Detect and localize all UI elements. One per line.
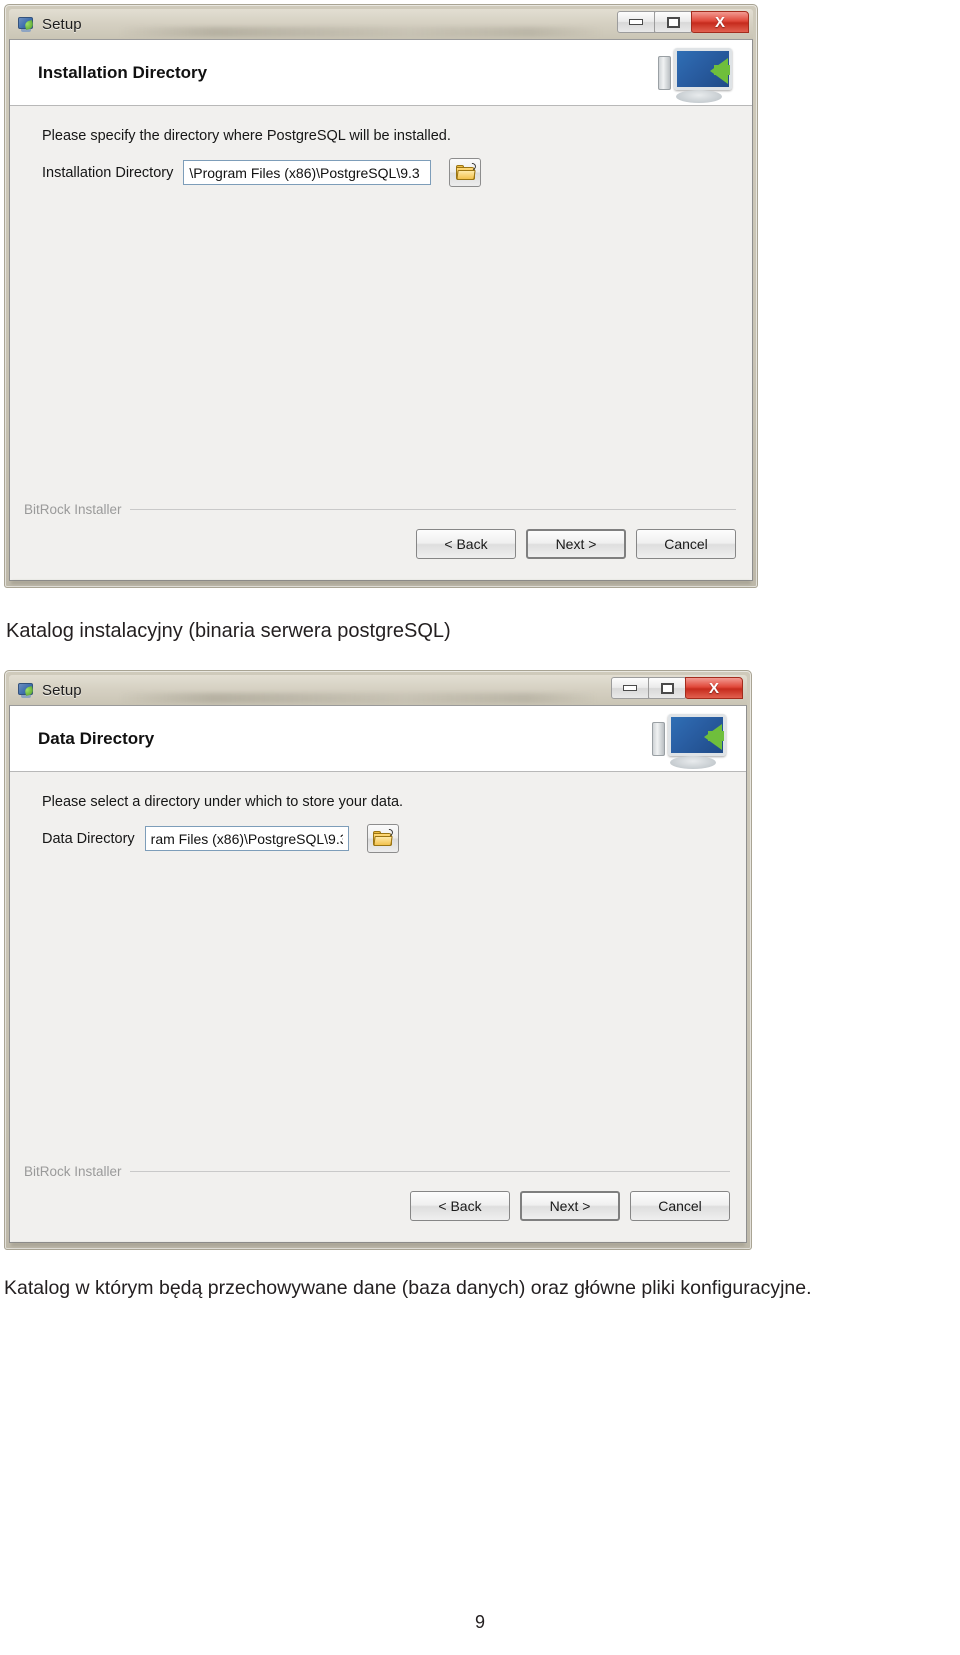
maximize-button[interactable] xyxy=(648,677,686,699)
minimize-icon xyxy=(629,19,643,25)
postgresql-setup-icon xyxy=(17,681,35,699)
data-directory-label: Data Directory xyxy=(42,830,135,847)
back-button[interactable]: < Back xyxy=(416,529,516,559)
close-button[interactable]: X xyxy=(685,677,743,699)
minimize-icon xyxy=(623,685,637,691)
window-client-area: Installation Directory Please specify th… xyxy=(9,39,753,581)
navigation-buttons: < Back Next > Cancel xyxy=(10,1179,746,1221)
close-icon: X xyxy=(714,13,725,31)
maximize-button[interactable] xyxy=(654,11,692,33)
computer-install-graphic-icon xyxy=(644,710,730,770)
maximize-icon xyxy=(660,682,674,694)
window-bottom-shadow xyxy=(11,581,751,586)
page-number: 9 xyxy=(474,1612,485,1632)
computer-install-graphic-icon xyxy=(650,44,736,104)
window-controls: X xyxy=(617,11,749,33)
minimize-button[interactable] xyxy=(611,677,649,699)
folder-browse-icon xyxy=(373,827,395,846)
window-body: Please specify the directory where Postg… xyxy=(10,106,752,580)
titlebar-smudge xyxy=(119,693,597,703)
setup-window-installation-directory: Setup X Installation Directory Please sp… xyxy=(4,4,758,588)
browse-folder-button[interactable] xyxy=(449,158,482,187)
title-bar[interactable]: Setup X xyxy=(9,675,747,705)
brand-line: BitRock Installer xyxy=(10,1164,746,1179)
cancel-button[interactable]: Cancel xyxy=(630,1191,730,1221)
navigation-buttons: < Back Next > Cancel xyxy=(10,517,752,559)
close-button[interactable]: X xyxy=(691,11,749,33)
close-icon: X xyxy=(708,679,719,697)
window-body: Please select a directory under which to… xyxy=(10,772,746,1242)
title-bar[interactable]: Setup X xyxy=(9,9,753,39)
brand-line: BitRock Installer xyxy=(10,502,752,517)
titlebar-smudge xyxy=(119,27,603,37)
minimize-button[interactable] xyxy=(617,11,655,33)
window-bottom-shadow xyxy=(11,1243,745,1248)
next-button[interactable]: Next > xyxy=(526,529,626,559)
window-title: Setup xyxy=(42,681,82,699)
installation-directory-row: Installation Directory xyxy=(42,158,732,187)
page-title: Installation Directory xyxy=(38,62,208,82)
installer-brand-label: BitRock Installer xyxy=(24,502,122,517)
page-title: Data Directory xyxy=(38,728,155,748)
page-header: Installation Directory xyxy=(10,40,752,106)
browse-folder-button[interactable] xyxy=(366,824,399,853)
postgresql-setup-icon xyxy=(17,15,35,33)
caption-installation-directory: Katalog instalacyjny (binaria serwera po… xyxy=(6,620,451,642)
maximize-icon xyxy=(666,16,680,28)
installation-directory-label: Installation Directory xyxy=(42,164,174,181)
back-button[interactable]: < Back xyxy=(410,1191,510,1221)
caption-data-directory: Katalog w którym będą przechowywane dane… xyxy=(4,1277,812,1299)
folder-browse-icon xyxy=(455,161,478,180)
cancel-button[interactable]: Cancel xyxy=(636,529,736,559)
window-title: Setup xyxy=(42,15,82,33)
document-page: Setup X Installation Directory Please sp… xyxy=(0,0,960,1655)
installation-directory-input[interactable] xyxy=(183,160,432,185)
instruction-text: Please specify the directory where Postg… xyxy=(42,128,451,144)
installer-brand-label: BitRock Installer xyxy=(24,1164,122,1179)
instruction-text: Please select a directory under which to… xyxy=(42,794,404,810)
window-footer: BitRock Installer < Back Next > Cancel xyxy=(10,1164,746,1242)
footer-divider xyxy=(129,509,736,510)
page-header: Data Directory xyxy=(10,706,746,772)
next-button[interactable]: Next > xyxy=(520,1191,620,1221)
window-controls: X xyxy=(611,677,743,699)
footer-divider xyxy=(129,1171,730,1172)
window-footer: BitRock Installer < Back Next > Cancel xyxy=(10,502,752,580)
setup-window-data-directory: Setup X Data Directory Please select a d… xyxy=(4,670,752,1250)
data-directory-input[interactable] xyxy=(144,826,349,851)
data-directory-row: Data Directory xyxy=(42,824,726,853)
window-client-area: Data Directory Please select a directory… xyxy=(9,705,747,1243)
